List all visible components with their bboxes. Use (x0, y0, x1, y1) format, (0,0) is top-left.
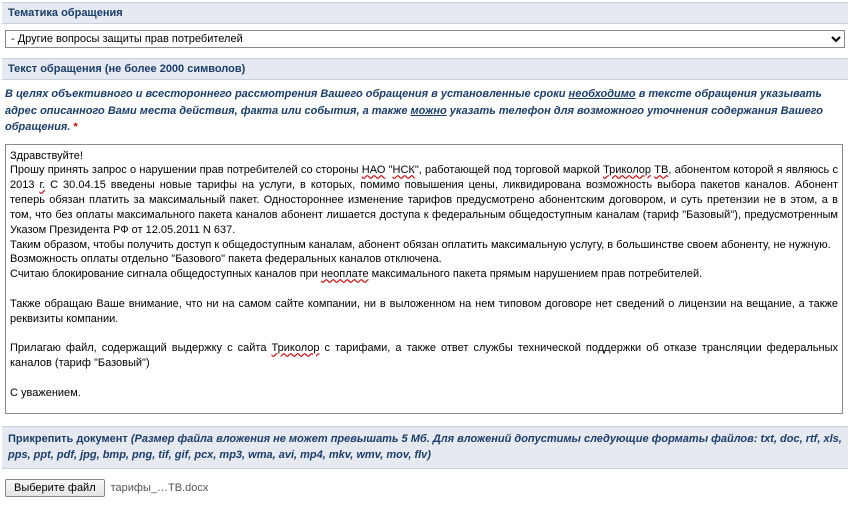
body-textarea[interactable]: Здравствуйте! Прошу принять запрос о нар… (5, 144, 843, 414)
spacer (2, 414, 848, 426)
choose-file-button[interactable]: Выберите файл (5, 479, 105, 497)
file-row: Выберите файл тарифы_…ТВ.docx (2, 473, 848, 499)
instr-u2: можно (411, 105, 447, 117)
chosen-file-name: тарифы_…ТВ.docx (111, 482, 209, 494)
topic-header-label: Тематика обращения (8, 7, 123, 19)
body-header-label: Текст обращения (не более 2000 символов) (8, 63, 245, 75)
attach-section-header: Прикрепить документ (Размер файла вложен… (2, 426, 848, 469)
required-asterisk: * (73, 121, 77, 133)
body-instruction: В целях объективного и всестороннего рас… (2, 84, 848, 144)
topic-block: - Другие вопросы защиты прав потребителе… (2, 28, 848, 58)
body-section-header: Текст обращения (не более 2000 символов) (2, 58, 848, 80)
topic-section-header: Тематика обращения (2, 2, 848, 24)
attach-label-rest: (Размер файла вложения не может превышат… (8, 433, 842, 462)
topic-select[interactable]: - Другие вопросы защиты прав потребителе… (5, 30, 845, 48)
attach-label-bold: Прикрепить документ (8, 433, 131, 445)
instr-p1: В целях объективного и всестороннего рас… (5, 88, 569, 100)
instr-u1: необходимо (569, 88, 636, 100)
